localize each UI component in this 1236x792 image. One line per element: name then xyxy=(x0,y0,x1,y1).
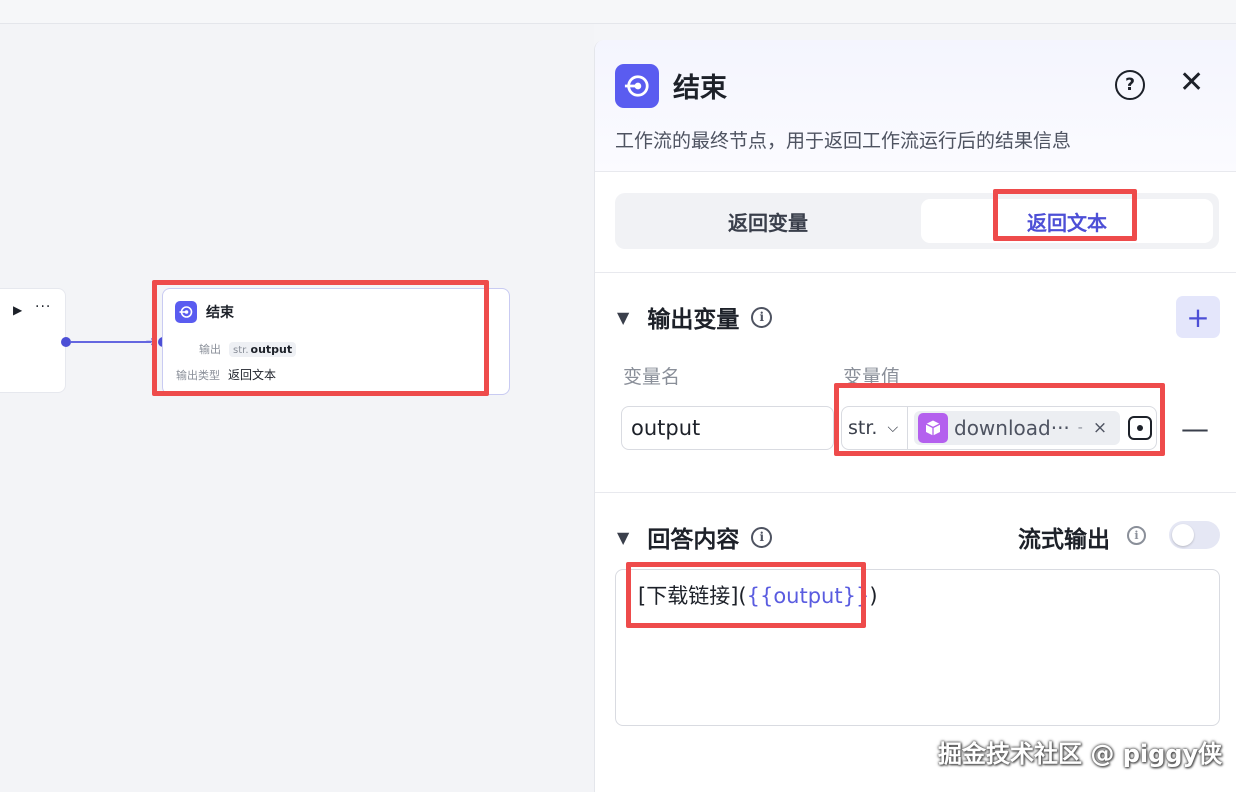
divider xyxy=(595,272,1236,273)
output-variables-header[interactable]: ▼ 输出变量 i xyxy=(617,300,773,334)
answer-content-title: 回答内容 xyxy=(647,527,740,553)
close-icon[interactable]: ✕ xyxy=(1179,66,1204,100)
chevron-down-icon[interactable]: ▼ xyxy=(617,308,629,327)
highlight-variable-value xyxy=(834,383,1165,456)
end-node-icon xyxy=(615,64,659,108)
previous-node[interactable]: ▶ ··· xyxy=(0,288,66,393)
variable-name-input[interactable]: output xyxy=(621,406,834,450)
add-variable-button[interactable]: + xyxy=(1176,296,1220,338)
panel-header: 结束 ? ✕ 工作流的最终节点，用于返回工作流运行后的结果信息 xyxy=(595,40,1236,172)
chevron-down-icon[interactable]: ▼ xyxy=(617,528,629,547)
output-port[interactable] xyxy=(61,337,71,347)
answer-content-header[interactable]: ▼ 回答内容 i xyxy=(617,520,773,554)
info-icon[interactable]: i xyxy=(751,526,773,548)
top-bar xyxy=(0,0,1236,24)
highlight-answer-text xyxy=(626,562,866,628)
tab-return-variables[interactable]: 返回变量 xyxy=(619,199,917,243)
watermark: 掘金技术社区 @ piggy侠 xyxy=(938,740,1223,768)
connection-edge xyxy=(71,341,151,343)
play-icon[interactable]: ▶ xyxy=(13,303,22,317)
streaming-output-label: 流式输出 xyxy=(1018,527,1110,553)
panel-title: 结束 xyxy=(673,73,727,104)
answer-text-suffix: ) xyxy=(869,584,878,608)
info-icon[interactable]: i xyxy=(751,306,773,328)
remove-variable-button[interactable]: — xyxy=(1181,412,1209,445)
workflow-canvas[interactable]: ▶ ··· ➜ 结束 输出 str. output 输出类型 返回文本 xyxy=(0,24,594,792)
divider xyxy=(595,492,1236,493)
more-icon[interactable]: ··· xyxy=(35,299,51,315)
panel-description: 工作流的最终节点，用于返回工作流运行后的结果信息 xyxy=(615,130,1072,152)
highlight-end-node xyxy=(152,280,489,396)
info-icon[interactable]: i xyxy=(1127,526,1146,545)
help-icon[interactable]: ? xyxy=(1115,70,1145,100)
streaming-output-toggle[interactable] xyxy=(1169,521,1220,549)
highlight-return-text-tab xyxy=(993,189,1137,241)
output-variables-title: 输出变量 xyxy=(647,307,740,333)
column-variable-name: 变量名 xyxy=(623,366,681,388)
